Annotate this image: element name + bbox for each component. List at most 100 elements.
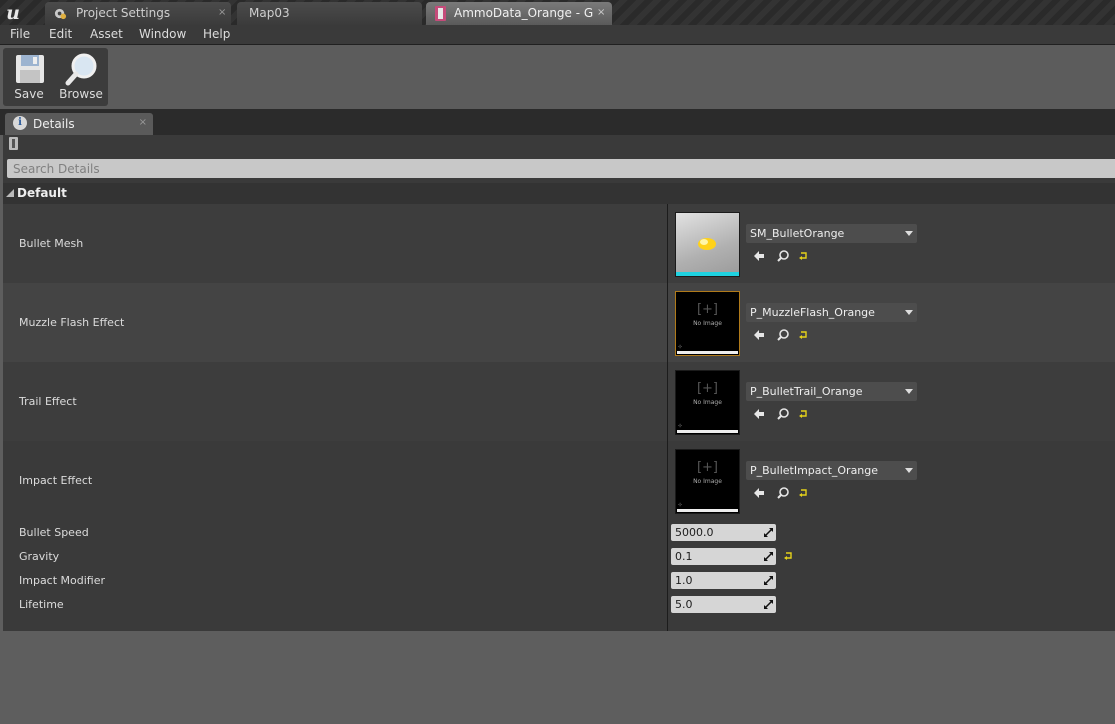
plus-icon: [+] bbox=[696, 460, 719, 475]
reset-to-default-icon[interactable] bbox=[798, 409, 808, 419]
chevron-down-icon bbox=[905, 389, 913, 394]
menu-file[interactable]: File bbox=[10, 27, 30, 41]
no-image-label: No Image bbox=[693, 478, 722, 485]
tab-label: Details bbox=[33, 117, 75, 131]
asset-thumbnail[interactable]: [+] No Image ⊹ bbox=[675, 449, 740, 514]
category-header-default[interactable]: Default bbox=[3, 183, 1115, 204]
property-name: Lifetime bbox=[19, 598, 64, 611]
lock-icon[interactable] bbox=[9, 137, 18, 150]
menu-edit[interactable]: Edit bbox=[49, 27, 72, 41]
impact-modifier-field[interactable]: 1.0 bbox=[671, 572, 776, 589]
tab-details[interactable]: i Details × bbox=[5, 113, 153, 135]
unreal-logo-icon: u bbox=[6, 2, 20, 24]
drag-handle-icon[interactable] bbox=[764, 600, 773, 609]
asset-picker-value: SM_BulletOrange bbox=[750, 227, 845, 240]
close-icon[interactable]: × bbox=[139, 117, 147, 128]
asset-color-bar bbox=[677, 430, 738, 433]
browse-button[interactable]: Browse bbox=[56, 48, 106, 106]
menu-asset[interactable]: Asset bbox=[90, 27, 123, 41]
property-row-impact-modifier: Impact Modifier bbox=[3, 568, 1115, 592]
toolbar: Save Browse bbox=[0, 45, 1115, 109]
tab-label: AmmoData_Orange - Gen bbox=[454, 6, 593, 20]
property-row-bullet-mesh: Bullet Mesh bbox=[3, 204, 1115, 283]
bullet-mesh-preview-icon bbox=[676, 238, 739, 276]
menu-bar: File Edit Asset Window Help bbox=[0, 25, 1115, 45]
use-selected-arrow-icon[interactable] bbox=[752, 486, 766, 500]
browse-magnifier-icon[interactable] bbox=[776, 407, 790, 421]
search-input[interactable]: Search Details bbox=[7, 159, 1115, 178]
asset-thumbnail[interactable]: [+] No Image ⊹ bbox=[675, 370, 740, 435]
toolbar-group: Save Browse bbox=[3, 48, 108, 106]
property-row-impact-effect: Impact Effect bbox=[3, 441, 1115, 520]
bullet-speed-field[interactable]: 5000.0 bbox=[671, 524, 776, 541]
asset-thumbnail[interactable]: [+] No Image ⊹ bbox=[675, 291, 740, 356]
plus-icon: [+] bbox=[696, 302, 719, 317]
asset-color-bar bbox=[677, 509, 738, 512]
asset-picker-combo[interactable]: P_MuzzleFlash_Orange bbox=[746, 303, 917, 322]
property-row-gravity: Gravity bbox=[3, 544, 1115, 568]
chevron-down-icon bbox=[905, 310, 913, 315]
property-name: Impact Effect bbox=[19, 474, 93, 487]
asset-picker-value: P_BulletTrail_Orange bbox=[750, 385, 863, 398]
tab-map03[interactable]: Map03 bbox=[237, 2, 422, 25]
lifetime-field[interactable]: 5.0 bbox=[671, 596, 776, 613]
drag-handle-icon[interactable] bbox=[764, 528, 773, 537]
asset-color-bar bbox=[677, 351, 738, 354]
category-label: Default bbox=[17, 186, 67, 200]
field-value: 0.1 bbox=[675, 550, 693, 563]
property-row-trail-effect: Trail Effect bbox=[3, 362, 1115, 441]
collapse-arrow-icon[interactable] bbox=[6, 189, 14, 197]
chevron-down-icon bbox=[905, 231, 913, 236]
drag-handle-icon[interactable] bbox=[764, 576, 773, 585]
tab-project-settings[interactable]: Project Settings × bbox=[45, 2, 231, 25]
reset-to-default-icon[interactable] bbox=[798, 488, 808, 498]
plus-icon: [+] bbox=[696, 381, 719, 396]
browse-magnifier-icon[interactable] bbox=[776, 328, 790, 342]
browse-magnifier-icon[interactable] bbox=[776, 249, 790, 263]
use-selected-arrow-icon[interactable] bbox=[752, 407, 766, 421]
details-tab-bar: i Details × bbox=[0, 109, 1115, 135]
tab-label: Map03 bbox=[249, 6, 290, 20]
use-selected-arrow-icon[interactable] bbox=[752, 249, 766, 263]
gravity-field[interactable]: 0.1 bbox=[671, 548, 776, 565]
close-icon[interactable]: × bbox=[597, 7, 605, 18]
tab-ammodata-orange[interactable]: AmmoData_Orange - Gen × bbox=[426, 2, 612, 25]
info-icon: i bbox=[13, 116, 27, 130]
asset-picker-combo[interactable]: P_BulletTrail_Orange bbox=[746, 382, 917, 401]
browse-magnifier-icon[interactable] bbox=[776, 486, 790, 500]
no-image-label: No Image bbox=[693, 399, 722, 406]
field-value: 5.0 bbox=[675, 598, 693, 611]
asset-picker-combo[interactable]: SM_BulletOrange bbox=[746, 224, 917, 243]
asset-type-icon: ⊹ bbox=[678, 502, 683, 508]
asset-type-icon: ⊹ bbox=[678, 344, 683, 350]
column-splitter[interactable] bbox=[667, 204, 668, 631]
property-row-lifetime: Lifetime bbox=[3, 592, 1115, 616]
asset-picker-value: P_MuzzleFlash_Orange bbox=[750, 306, 875, 319]
property-row-bullet-speed: Bullet Speed bbox=[3, 520, 1115, 544]
menu-help[interactable]: Help bbox=[203, 27, 230, 41]
drag-handle-icon[interactable] bbox=[764, 552, 773, 561]
field-value: 5000.0 bbox=[675, 526, 714, 539]
menu-window[interactable]: Window bbox=[139, 27, 186, 41]
property-name: Gravity bbox=[19, 550, 60, 563]
gear-icon bbox=[54, 8, 67, 20]
property-name: Muzzle Flash Effect bbox=[19, 316, 125, 329]
reset-to-default-icon[interactable] bbox=[798, 330, 808, 340]
reset-to-default-icon[interactable] bbox=[783, 551, 793, 561]
tab-label: Project Settings bbox=[76, 6, 171, 20]
close-icon[interactable]: × bbox=[218, 7, 226, 18]
asset-type-icon: ⊹ bbox=[678, 423, 683, 429]
reset-to-default-icon[interactable] bbox=[798, 251, 808, 261]
save-label: Save bbox=[14, 87, 44, 101]
asset-picker-value: P_BulletImpact_Orange bbox=[750, 464, 879, 477]
save-button[interactable]: Save bbox=[4, 48, 54, 106]
property-row-muzzle-flash: Muzzle Flash Effect bbox=[3, 283, 1115, 362]
property-name: Trail Effect bbox=[19, 395, 77, 408]
asset-thumbnail[interactable] bbox=[675, 212, 740, 277]
magnifier-icon bbox=[65, 53, 97, 86]
use-selected-arrow-icon[interactable] bbox=[752, 328, 766, 342]
asset-picker-combo[interactable]: P_BulletImpact_Orange bbox=[746, 461, 917, 480]
property-name: Impact Modifier bbox=[19, 574, 106, 587]
save-icon bbox=[16, 55, 44, 83]
field-value: 1.0 bbox=[675, 574, 693, 587]
